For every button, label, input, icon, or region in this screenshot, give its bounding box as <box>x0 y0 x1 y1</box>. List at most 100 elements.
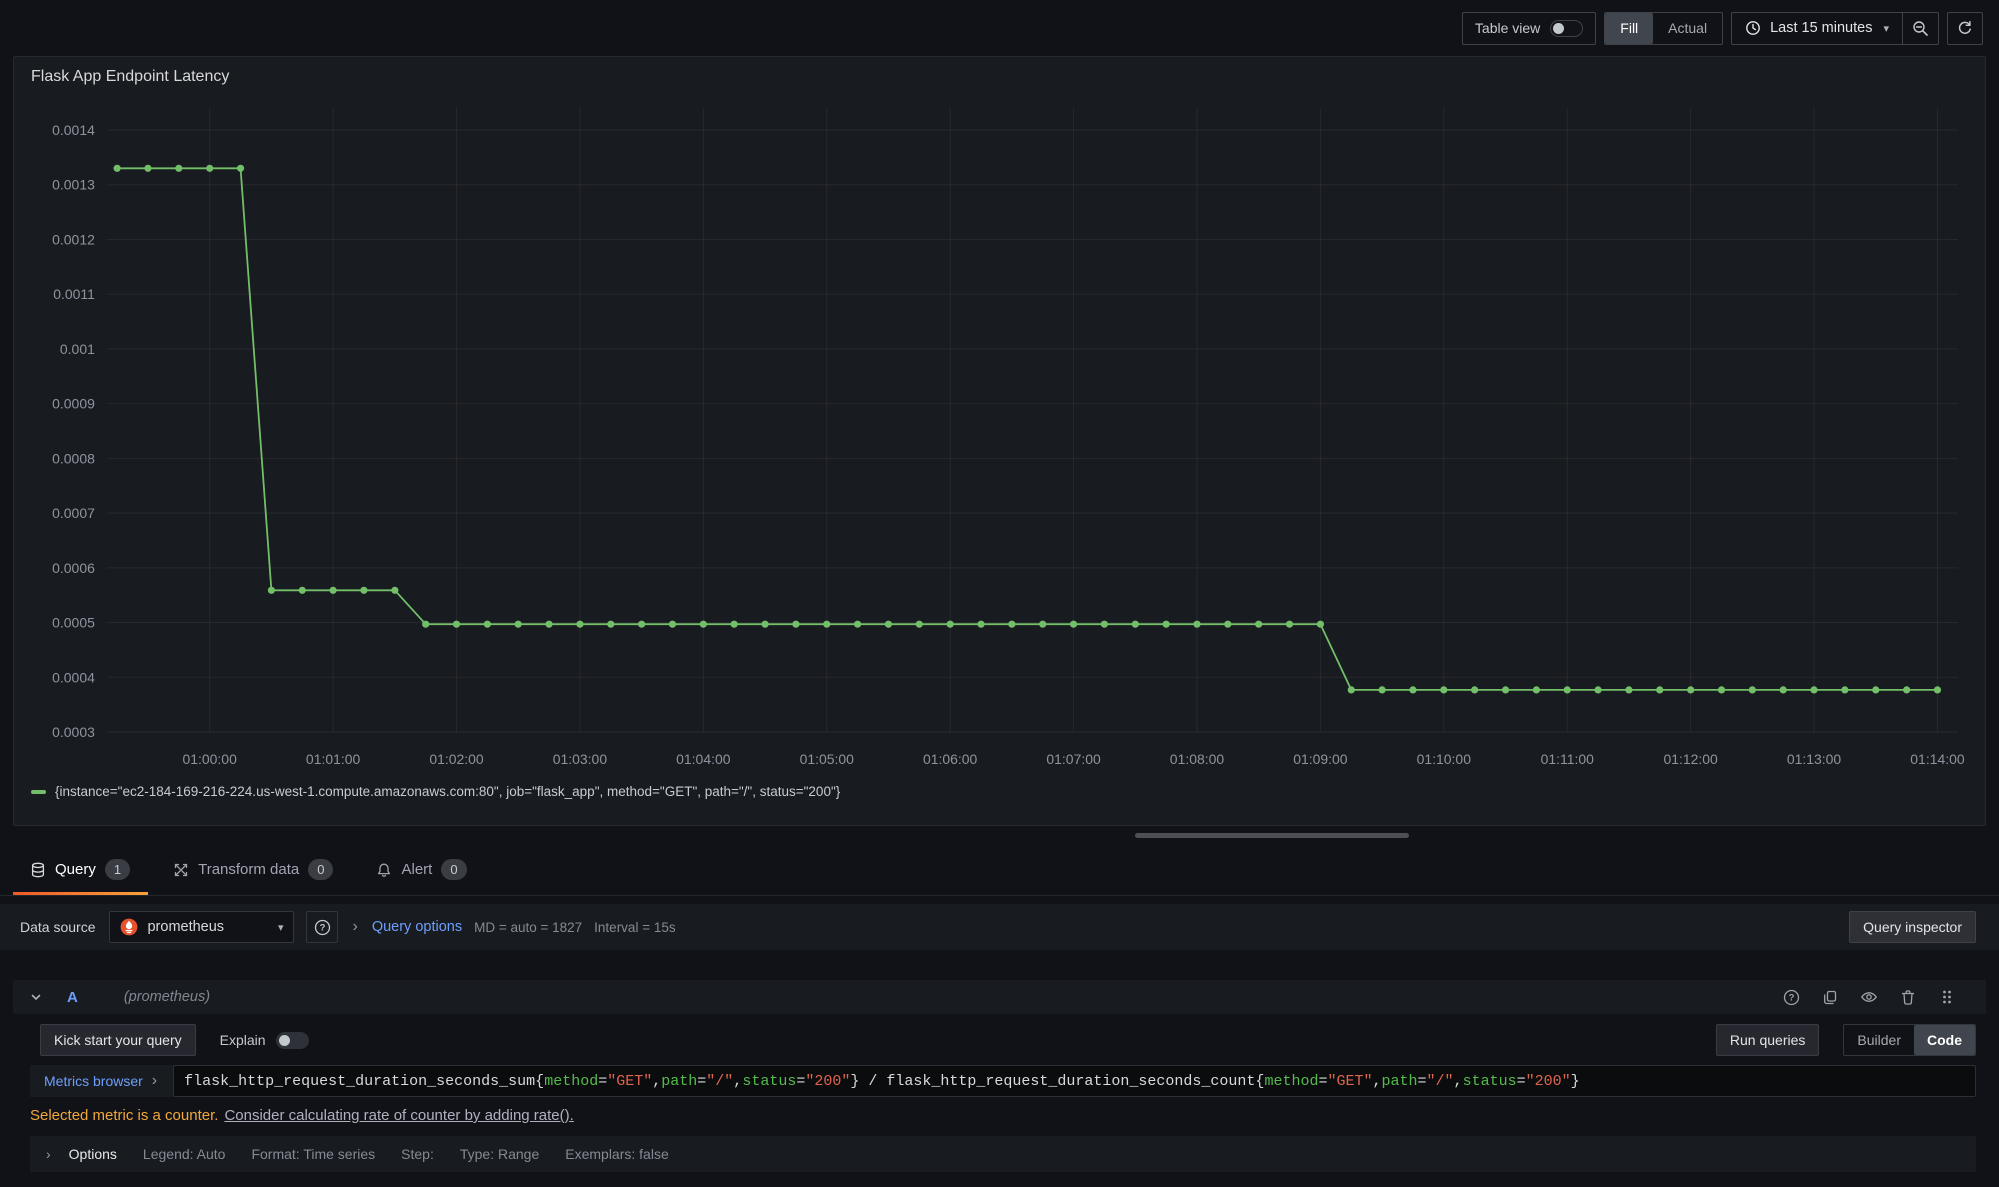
time-range-label: Last 15 minutes <box>1770 20 1872 36</box>
collapse-chevron-icon[interactable] <box>30 991 42 1003</box>
query-options-toggle[interactable]: Query options <box>372 919 462 935</box>
promql-code-editor[interactable]: flask_http_request_duration_seconds_sum{… <box>173 1065 1976 1097</box>
chevron-down-icon: ▾ <box>278 921 284 934</box>
chevron-down-icon: ▾ <box>1883 22 1889 35</box>
tab-query[interactable]: Query 1 <box>13 844 148 895</box>
kick-start-query-button[interactable]: Kick start your query <box>40 1024 196 1056</box>
svg-text:01:05:00: 01:05:00 <box>800 751 855 767</box>
svg-text:0.0003: 0.0003 <box>52 724 95 740</box>
fill-button[interactable]: Fill <box>1605 13 1653 44</box>
svg-text:0.0007: 0.0007 <box>52 505 95 521</box>
step-option: Step: <box>401 1146 434 1162</box>
prometheus-icon <box>120 918 138 936</box>
hide-query-eye-icon[interactable] <box>1856 985 1882 1009</box>
svg-text:0.0009: 0.0009 <box>52 396 95 412</box>
query-toolbar: Kick start your query Explain Run querie… <box>30 1024 1976 1056</box>
svg-text:?: ? <box>1788 992 1794 1003</box>
help-circle-icon: ? <box>314 919 331 936</box>
chevron-right-icon: › <box>150 1072 159 1090</box>
svg-text:01:12:00: 01:12:00 <box>1663 751 1718 767</box>
tab-transform-data[interactable]: Transform data 0 <box>156 844 351 895</box>
format-option: Format: Time series <box>251 1146 375 1162</box>
edit-tabs: Query 1 Transform data 0 Alert 0 <box>0 844 1999 896</box>
promql-editor-row: Metrics browser › flask_http_request_dur… <box>30 1065 1976 1097</box>
time-range-picker[interactable]: Last 15 minutes ▾ <box>1732 13 1902 44</box>
builder-code-group: Builder Code <box>1843 1024 1976 1056</box>
add-rate-hint-link[interactable]: Consider calculating rate of counter by … <box>224 1107 573 1124</box>
datasource-label: Data source <box>20 919 95 935</box>
svg-text:01:10:00: 01:10:00 <box>1417 751 1472 767</box>
zoom-out-button[interactable] <box>1902 13 1938 44</box>
datasource-picker[interactable]: prometheus ▾ <box>109 911 294 943</box>
query-help-icon[interactable]: ? <box>1778 985 1804 1009</box>
query-ref-id: A <box>67 989 78 1006</box>
tab-alert[interactable]: Alert 0 <box>359 844 484 895</box>
run-queries-button[interactable]: Run queries <box>1716 1024 1820 1056</box>
svg-text:01:04:00: 01:04:00 <box>676 751 731 767</box>
metrics-browser-label: Metrics browser <box>44 1073 143 1089</box>
top-toolbar: Table view Fill Actual Last 15 minutes ▾ <box>0 0 1999 56</box>
builder-mode-button[interactable]: Builder <box>1844 1025 1914 1055</box>
explain-label: Explain <box>220 1032 266 1048</box>
refresh-icon <box>1957 20 1973 36</box>
explain-switch[interactable] <box>276 1032 309 1049</box>
exemplars-option: Exemplars: false <box>565 1146 668 1162</box>
query-inspector-button[interactable]: Query inspector <box>1849 911 1976 943</box>
switch-knob <box>1553 23 1564 34</box>
datasource-help-button[interactable]: ? <box>306 911 338 943</box>
legend: {instance="ec2-184-169-216-224.us-west-1… <box>29 782 1970 801</box>
series-color-marker <box>31 790 46 794</box>
fill-actual-group: Fill Actual <box>1604 12 1723 45</box>
svg-text:01:11:00: 01:11:00 <box>1541 751 1595 767</box>
bell-icon <box>376 862 392 878</box>
query-row-header[interactable]: A (prometheus) ? <box>13 980 1986 1014</box>
time-range-group: Last 15 minutes ▾ <box>1731 12 1939 45</box>
refresh-button[interactable] <box>1947 12 1983 45</box>
svg-text:01:00:00: 01:00:00 <box>183 751 238 767</box>
max-datapoints-info: MD = auto = 1827 <box>474 920 582 935</box>
code-mode-button[interactable]: Code <box>1914 1025 1975 1055</box>
panel-title[interactable]: Flask App Endpoint Latency <box>29 66 1970 92</box>
legend-option: Legend: Auto <box>143 1146 226 1162</box>
explain-toggle-group: Explain <box>220 1032 309 1049</box>
datasource-name: prometheus <box>147 919 224 935</box>
actual-button[interactable]: Actual <box>1653 13 1722 44</box>
svg-text:01:08:00: 01:08:00 <box>1170 751 1225 767</box>
query-row-actions: ? <box>1778 985 1960 1009</box>
tab-count-badge: 1 <box>105 859 130 880</box>
options-title: Options <box>69 1146 117 1162</box>
metrics-browser-toggle[interactable]: Metrics browser › <box>30 1065 173 1097</box>
svg-text:0.0012: 0.0012 <box>52 231 95 247</box>
datasource-row: Data source prometheus ▾ ? › Query optio… <box>0 904 1999 950</box>
duplicate-query-icon[interactable] <box>1817 985 1843 1009</box>
series-label[interactable]: {instance="ec2-184-169-216-224.us-west-1… <box>55 784 840 799</box>
svg-text:0.001: 0.001 <box>60 341 95 357</box>
timeseries-panel: Flask App Endpoint Latency 01:00:00 01:01… <box>13 56 1986 826</box>
delete-query-trash-icon[interactable] <box>1895 985 1921 1009</box>
query-body: Kick start your query Explain Run querie… <box>13 1024 1986 1172</box>
table-view-toggle-group[interactable]: Table view <box>1462 12 1596 45</box>
query-options-summary[interactable]: › Options Legend: Auto Format: Time seri… <box>30 1136 1976 1172</box>
drag-handle-icon[interactable] <box>1934 985 1960 1009</box>
table-view-label: Table view <box>1475 20 1540 36</box>
svg-text:01:01:00: 01:01:00 <box>306 751 361 767</box>
svg-text:01:14:00: 01:14:00 <box>1910 751 1965 767</box>
svg-text:0.0011: 0.0011 <box>53 286 95 302</box>
latency-chart[interactable]: 01:00:0001:01:0001:02:0001:03:0001:04:00… <box>29 92 1970 782</box>
tab-label: Transform data <box>198 861 299 878</box>
transform-icon <box>173 862 189 878</box>
svg-text:0.0008: 0.0008 <box>52 450 95 466</box>
splitter-handle[interactable] <box>1135 833 1409 838</box>
chevron-right-icon[interactable]: › <box>350 918 359 936</box>
clock-icon <box>1745 20 1761 36</box>
svg-text:?: ? <box>320 922 326 933</box>
table-view-switch[interactable] <box>1550 20 1583 37</box>
svg-text:0.0013: 0.0013 <box>52 177 95 193</box>
svg-text:0.0014: 0.0014 <box>52 122 95 138</box>
query-datasource-hint: (prometheus) <box>124 989 210 1005</box>
svg-text:01:09:00: 01:09:00 <box>1293 751 1348 767</box>
query-editor-section: A (prometheus) ? Kick start your query <box>13 980 1986 1172</box>
counter-warning-text: Selected metric is a counter. <box>30 1107 218 1124</box>
chevron-right-icon: › <box>44 1146 53 1162</box>
svg-text:0.0005: 0.0005 <box>52 615 95 631</box>
